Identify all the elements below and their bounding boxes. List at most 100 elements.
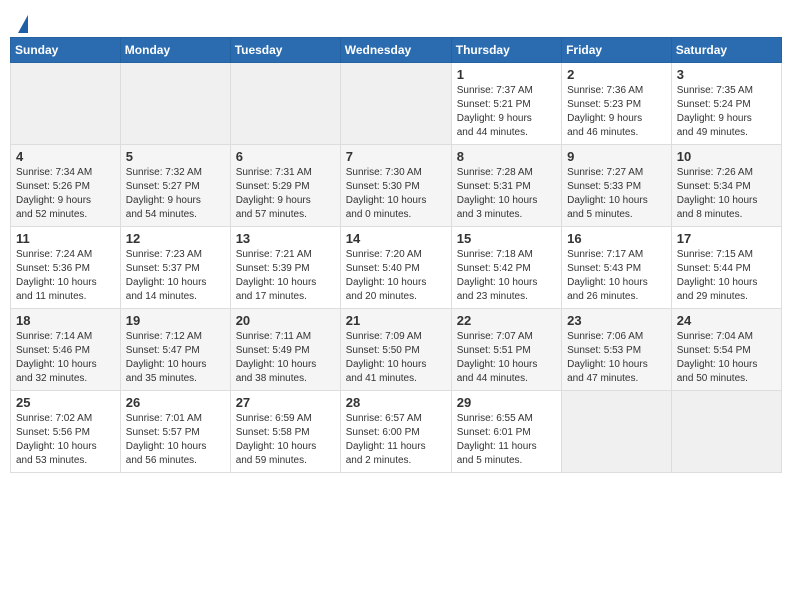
calendar-week-row: 25 Sunrise: 7:02 AM Sunset: 5:56 PM Dayli… xyxy=(11,391,782,473)
calendar-cell: 14 Sunrise: 7:20 AM Sunset: 5:40 PM Dayli… xyxy=(340,227,451,309)
calendar-cell: 26 Sunrise: 7:01 AM Sunset: 5:57 PM Dayli… xyxy=(120,391,230,473)
day-number: 26 xyxy=(126,395,225,410)
calendar-cell: 17 Sunrise: 7:15 AM Sunset: 5:44 PM Dayli… xyxy=(671,227,781,309)
day-number: 23 xyxy=(567,313,666,328)
day-number: 8 xyxy=(457,149,556,164)
weekday-header: Wednesday xyxy=(340,38,451,63)
calendar-cell: 8 Sunrise: 7:28 AM Sunset: 5:31 PM Daylig… xyxy=(451,145,561,227)
day-number: 29 xyxy=(457,395,556,410)
day-info: Sunrise: 7:37 AM Sunset: 5:21 PM Dayligh… xyxy=(457,84,556,140)
day-info: Sunrise: 7:27 AM Sunset: 5:33 PM Dayligh… xyxy=(567,166,666,222)
day-number: 7 xyxy=(346,149,446,164)
day-info: Sunrise: 7:31 AM Sunset: 5:29 PM Dayligh… xyxy=(236,166,335,222)
calendar-cell: 6 Sunrise: 7:31 AM Sunset: 5:29 PM Daylig… xyxy=(230,145,340,227)
day-number: 15 xyxy=(457,231,556,246)
calendar-cell: 25 Sunrise: 7:02 AM Sunset: 5:56 PM Dayli… xyxy=(11,391,121,473)
day-number: 21 xyxy=(346,313,446,328)
calendar-cell xyxy=(120,63,230,145)
calendar-cell: 21 Sunrise: 7:09 AM Sunset: 5:50 PM Dayli… xyxy=(340,309,451,391)
day-number: 18 xyxy=(16,313,115,328)
day-info: Sunrise: 7:35 AM Sunset: 5:24 PM Dayligh… xyxy=(677,84,776,140)
weekday-header: Friday xyxy=(562,38,672,63)
calendar-cell: 13 Sunrise: 7:21 AM Sunset: 5:39 PM Dayli… xyxy=(230,227,340,309)
weekday-header: Monday xyxy=(120,38,230,63)
day-info: Sunrise: 7:24 AM Sunset: 5:36 PM Dayligh… xyxy=(16,248,115,304)
day-number: 5 xyxy=(126,149,225,164)
calendar-header-row: SundayMondayTuesdayWednesdayThursdayFrid… xyxy=(11,38,782,63)
day-number: 17 xyxy=(677,231,776,246)
calendar-cell: 1 Sunrise: 7:37 AM Sunset: 5:21 PM Daylig… xyxy=(451,63,561,145)
day-info: Sunrise: 7:30 AM Sunset: 5:30 PM Dayligh… xyxy=(346,166,446,222)
calendar-cell xyxy=(562,391,672,473)
day-number: 28 xyxy=(346,395,446,410)
day-info: Sunrise: 7:15 AM Sunset: 5:44 PM Dayligh… xyxy=(677,248,776,304)
day-info: Sunrise: 7:20 AM Sunset: 5:40 PM Dayligh… xyxy=(346,248,446,304)
calendar-week-row: 18 Sunrise: 7:14 AM Sunset: 5:46 PM Dayli… xyxy=(11,309,782,391)
weekday-header: Tuesday xyxy=(230,38,340,63)
day-info: Sunrise: 7:34 AM Sunset: 5:26 PM Dayligh… xyxy=(16,166,115,222)
day-number: 20 xyxy=(236,313,335,328)
calendar-cell: 24 Sunrise: 7:04 AM Sunset: 5:54 PM Dayli… xyxy=(671,309,781,391)
day-number: 16 xyxy=(567,231,666,246)
day-info: Sunrise: 7:04 AM Sunset: 5:54 PM Dayligh… xyxy=(677,330,776,386)
day-info: Sunrise: 7:06 AM Sunset: 5:53 PM Dayligh… xyxy=(567,330,666,386)
calendar-cell: 2Sunrise: 7:36 AM Sunset: 5:23 PM Daylig… xyxy=(562,63,672,145)
calendar-cell: 10Sunrise: 7:26 AM Sunset: 5:34 PM Dayli… xyxy=(671,145,781,227)
calendar-week-row: 11 Sunrise: 7:24 AM Sunset: 5:36 PM Dayli… xyxy=(11,227,782,309)
calendar-cell: 23 Sunrise: 7:06 AM Sunset: 5:53 PM Dayli… xyxy=(562,309,672,391)
day-info: Sunrise: 7:17 AM Sunset: 5:43 PM Dayligh… xyxy=(567,248,666,304)
day-info: Sunrise: 7:28 AM Sunset: 5:31 PM Dayligh… xyxy=(457,166,556,222)
calendar-cell: 9 Sunrise: 7:27 AM Sunset: 5:33 PM Daylig… xyxy=(562,145,672,227)
header xyxy=(10,10,782,29)
day-info: Sunrise: 7:02 AM Sunset: 5:56 PM Dayligh… xyxy=(16,412,115,468)
day-info: Sunrise: 7:01 AM Sunset: 5:57 PM Dayligh… xyxy=(126,412,225,468)
day-number: 14 xyxy=(346,231,446,246)
calendar-cell: 20Sunrise: 7:11 AM Sunset: 5:49 PM Dayli… xyxy=(230,309,340,391)
day-number: 22 xyxy=(457,313,556,328)
calendar-cell: 3 Sunrise: 7:35 AM Sunset: 5:24 PM Daylig… xyxy=(671,63,781,145)
calendar-cell: 22Sunrise: 7:07 AM Sunset: 5:51 PM Dayli… xyxy=(451,309,561,391)
calendar-cell: 5 Sunrise: 7:32 AM Sunset: 5:27 PM Daylig… xyxy=(120,145,230,227)
day-number: 25 xyxy=(16,395,115,410)
calendar-cell: 11 Sunrise: 7:24 AM Sunset: 5:36 PM Dayli… xyxy=(11,227,121,309)
day-info: Sunrise: 7:23 AM Sunset: 5:37 PM Dayligh… xyxy=(126,248,225,304)
day-info: Sunrise: 7:14 AM Sunset: 5:46 PM Dayligh… xyxy=(16,330,115,386)
calendar-cell xyxy=(671,391,781,473)
logo-triangle-icon xyxy=(18,15,28,33)
calendar-cell: 15 Sunrise: 7:18 AM Sunset: 5:42 PM Dayli… xyxy=(451,227,561,309)
day-number: 13 xyxy=(236,231,335,246)
weekday-header: Sunday xyxy=(11,38,121,63)
calendar-cell xyxy=(340,63,451,145)
day-number: 4 xyxy=(16,149,115,164)
day-info: Sunrise: 7:32 AM Sunset: 5:27 PM Dayligh… xyxy=(126,166,225,222)
calendar-cell: 7 Sunrise: 7:30 AM Sunset: 5:30 PM Daylig… xyxy=(340,145,451,227)
day-info: Sunrise: 7:09 AM Sunset: 5:50 PM Dayligh… xyxy=(346,330,446,386)
calendar-cell: 4 Sunrise: 7:34 AM Sunset: 5:26 PM Daylig… xyxy=(11,145,121,227)
calendar-cell: 19Sunrise: 7:12 AM Sunset: 5:47 PM Dayli… xyxy=(120,309,230,391)
calendar-cell: 28 Sunrise: 6:57 AM Sunset: 6:00 PM Dayli… xyxy=(340,391,451,473)
day-number: 11 xyxy=(16,231,115,246)
day-info: Sunrise: 7:21 AM Sunset: 5:39 PM Dayligh… xyxy=(236,248,335,304)
weekday-header: Saturday xyxy=(671,38,781,63)
calendar-cell: 12 Sunrise: 7:23 AM Sunset: 5:37 PM Dayli… xyxy=(120,227,230,309)
calendar-week-row: 4 Sunrise: 7:34 AM Sunset: 5:26 PM Daylig… xyxy=(11,145,782,227)
day-number: 10 xyxy=(677,149,776,164)
day-number: 12 xyxy=(126,231,225,246)
day-info: Sunrise: 7:18 AM Sunset: 5:42 PM Dayligh… xyxy=(457,248,556,304)
calendar-cell: 27Sunrise: 6:59 AM Sunset: 5:58 PM Dayli… xyxy=(230,391,340,473)
day-number: 6 xyxy=(236,149,335,164)
day-number: 9 xyxy=(567,149,666,164)
day-info: Sunrise: 6:57 AM Sunset: 6:00 PM Dayligh… xyxy=(346,412,446,468)
calendar: SundayMondayTuesdayWednesdayThursdayFrid… xyxy=(10,37,782,473)
day-number: 1 xyxy=(457,67,556,82)
day-number: 2 xyxy=(567,67,666,82)
calendar-cell xyxy=(11,63,121,145)
day-number: 3 xyxy=(677,67,776,82)
logo xyxy=(15,15,28,29)
calendar-cell xyxy=(230,63,340,145)
day-info: Sunrise: 6:55 AM Sunset: 6:01 PM Dayligh… xyxy=(457,412,556,468)
day-number: 24 xyxy=(677,313,776,328)
calendar-cell: 16 Sunrise: 7:17 AM Sunset: 5:43 PM Dayli… xyxy=(562,227,672,309)
day-info: Sunrise: 6:59 AM Sunset: 5:58 PM Dayligh… xyxy=(236,412,335,468)
calendar-cell: 29 Sunrise: 6:55 AM Sunset: 6:01 PM Dayli… xyxy=(451,391,561,473)
